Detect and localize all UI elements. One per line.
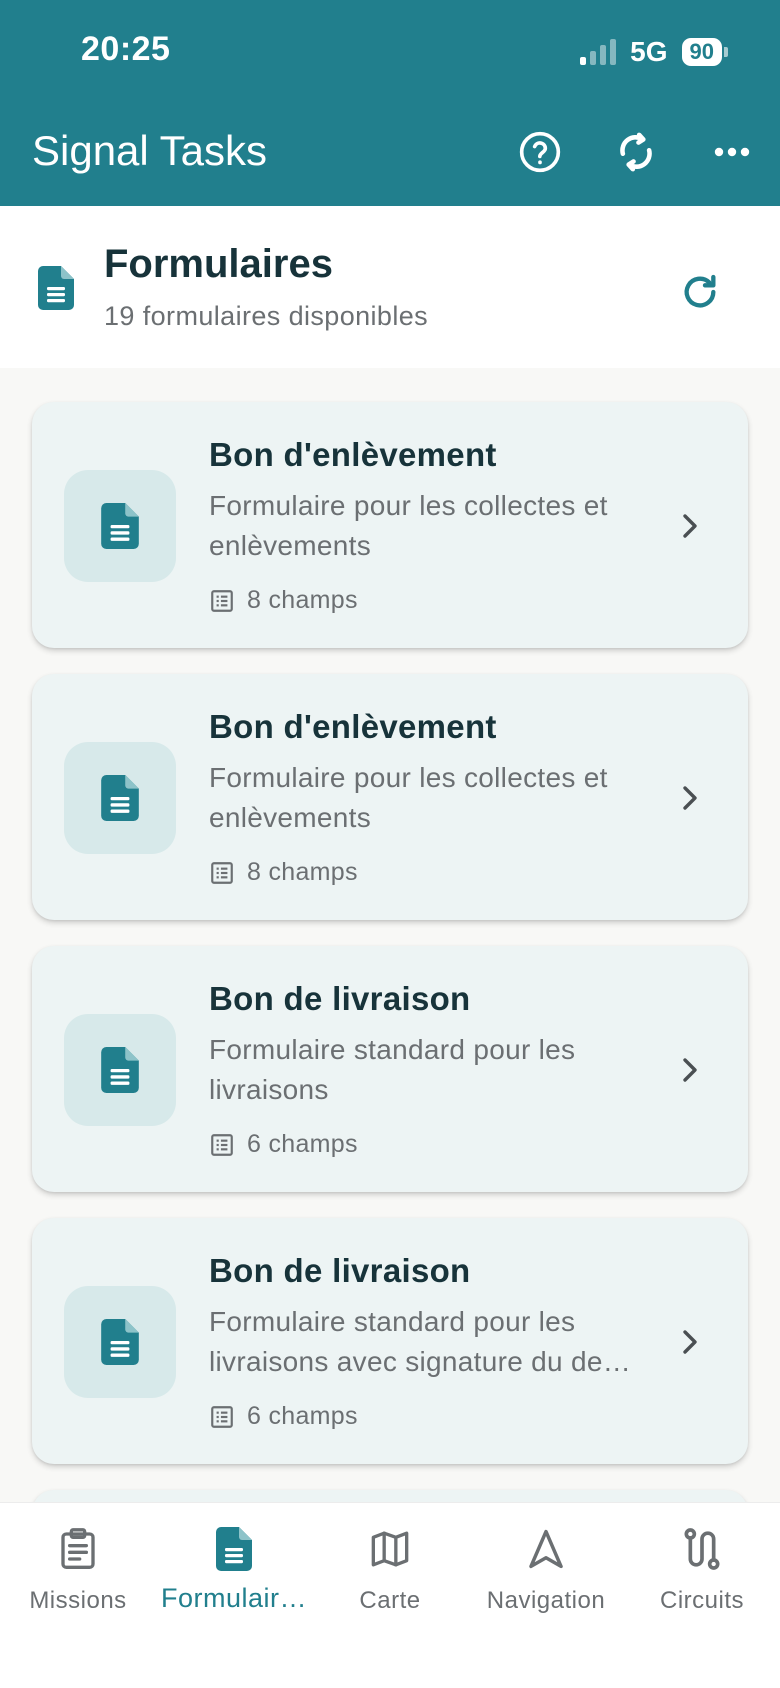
section-title: Formulaires (104, 242, 333, 286)
chevron-right-icon (672, 1324, 708, 1360)
route-icon (684, 1528, 720, 1570)
clipboard-icon (61, 1528, 95, 1569)
document-icon (216, 1527, 252, 1571)
field-count-label: 6 champs (247, 1402, 358, 1430)
field-count-label: 8 champs (247, 858, 358, 886)
form-title: Bon de livraison (209, 1252, 471, 1289)
refresh-icon (684, 274, 716, 308)
form-card[interactable]: Bon d'enlèvement Formulaire pour les col… (32, 674, 748, 920)
form-card[interactable]: Bon de livraison Formulaire standard pou… (32, 946, 748, 1192)
form-card[interactable] (32, 1490, 748, 1502)
tab-label: Circuits (659, 1587, 744, 1614)
document-icon (38, 266, 74, 315)
bottom-navigation: Missions Formulair… Carte Navigation Cir… (0, 1502, 780, 1688)
list-alt-icon (211, 589, 233, 612)
form-title: Bon d'enlèvement (209, 708, 497, 745)
document-icon (101, 1319, 139, 1365)
document-icon (101, 1047, 139, 1093)
forms-list: Bon d'enlèvement Formulaire pour les col… (0, 368, 780, 1502)
form-card[interactable]: Bon d'enlèvement Formulaire pour les col… (32, 402, 748, 648)
chevron-right-icon (672, 1052, 708, 1088)
form-icon-box (64, 1014, 176, 1126)
tab-label: Carte (359, 1587, 421, 1614)
map-icon (371, 1531, 409, 1567)
form-card[interactable]: Bon de livraison Formulaire standard pou… (32, 1218, 748, 1464)
field-count-label: 8 champs (247, 586, 358, 614)
tab-label: Formulair… (160, 1583, 307, 1613)
navigation-arrow-icon (529, 1529, 563, 1569)
status-indicators: 5G 90 (580, 36, 728, 68)
form-field-count: 8 champs (209, 858, 358, 887)
form-icon-box (64, 1286, 176, 1398)
more-horizontal-icon (714, 147, 750, 157)
form-title: Bon de livraison (209, 980, 471, 1017)
tab-label: Navigation (486, 1587, 606, 1614)
help-button[interactable] (508, 120, 572, 184)
field-count-label: 6 champs (247, 1130, 358, 1158)
refresh-button[interactable] (674, 266, 726, 318)
section-subtitle: 19 formulaires disponibles (104, 301, 429, 331)
form-field-count: 6 champs (209, 1130, 358, 1159)
form-field-count: 8 champs (209, 586, 358, 615)
app-screen: 20:25 5G 90 Signal Tasks Formulaires 19 … (0, 0, 780, 1688)
document-icon (101, 503, 139, 549)
form-icon-box (64, 470, 176, 582)
chevron-right-icon (672, 508, 708, 544)
tab-navigation[interactable]: Navigation (468, 1521, 624, 1631)
list-alt-icon (211, 861, 233, 884)
tab-missions[interactable]: Missions (0, 1521, 156, 1631)
tab-formulaires[interactable]: Formulair… (156, 1521, 312, 1631)
battery-level: 90 (681, 38, 722, 66)
document-icon (101, 775, 139, 821)
forms-section-header: Formulaires 19 formulaires disponibles (0, 206, 780, 368)
tab-label: Missions (29, 1587, 127, 1614)
help-circle-icon (519, 131, 561, 173)
form-description: Formulaire pour les collectes et enlèvem… (209, 490, 608, 561)
list-alt-icon (211, 1405, 233, 1428)
more-options-button[interactable] (700, 120, 764, 184)
cellular-signal-icon (580, 39, 617, 65)
sync-icon (620, 132, 652, 172)
network-type: 5G (630, 36, 668, 67)
list-alt-icon (211, 1133, 233, 1156)
form-description: Formulaire pour les collectes et enlèvem… (209, 762, 608, 833)
form-description: Formulaire standard pour les livraisons (209, 1034, 576, 1105)
app-title: Signal Tasks (32, 127, 268, 174)
battery-icon: 90 (681, 38, 728, 66)
form-icon-box (64, 742, 176, 854)
form-description: Formulaire standard pour les livraisons … (209, 1306, 632, 1377)
chevron-right-icon (672, 780, 708, 816)
tab-carte[interactable]: Carte (312, 1521, 468, 1631)
form-field-count: 6 champs (209, 1402, 358, 1431)
app-header: 20:25 5G 90 Signal Tasks (0, 0, 780, 206)
tab-circuits[interactable]: Circuits (624, 1521, 780, 1631)
status-time: 20:25 (81, 30, 171, 68)
sync-button[interactable] (604, 120, 668, 184)
form-title: Bon d'enlèvement (209, 436, 497, 473)
